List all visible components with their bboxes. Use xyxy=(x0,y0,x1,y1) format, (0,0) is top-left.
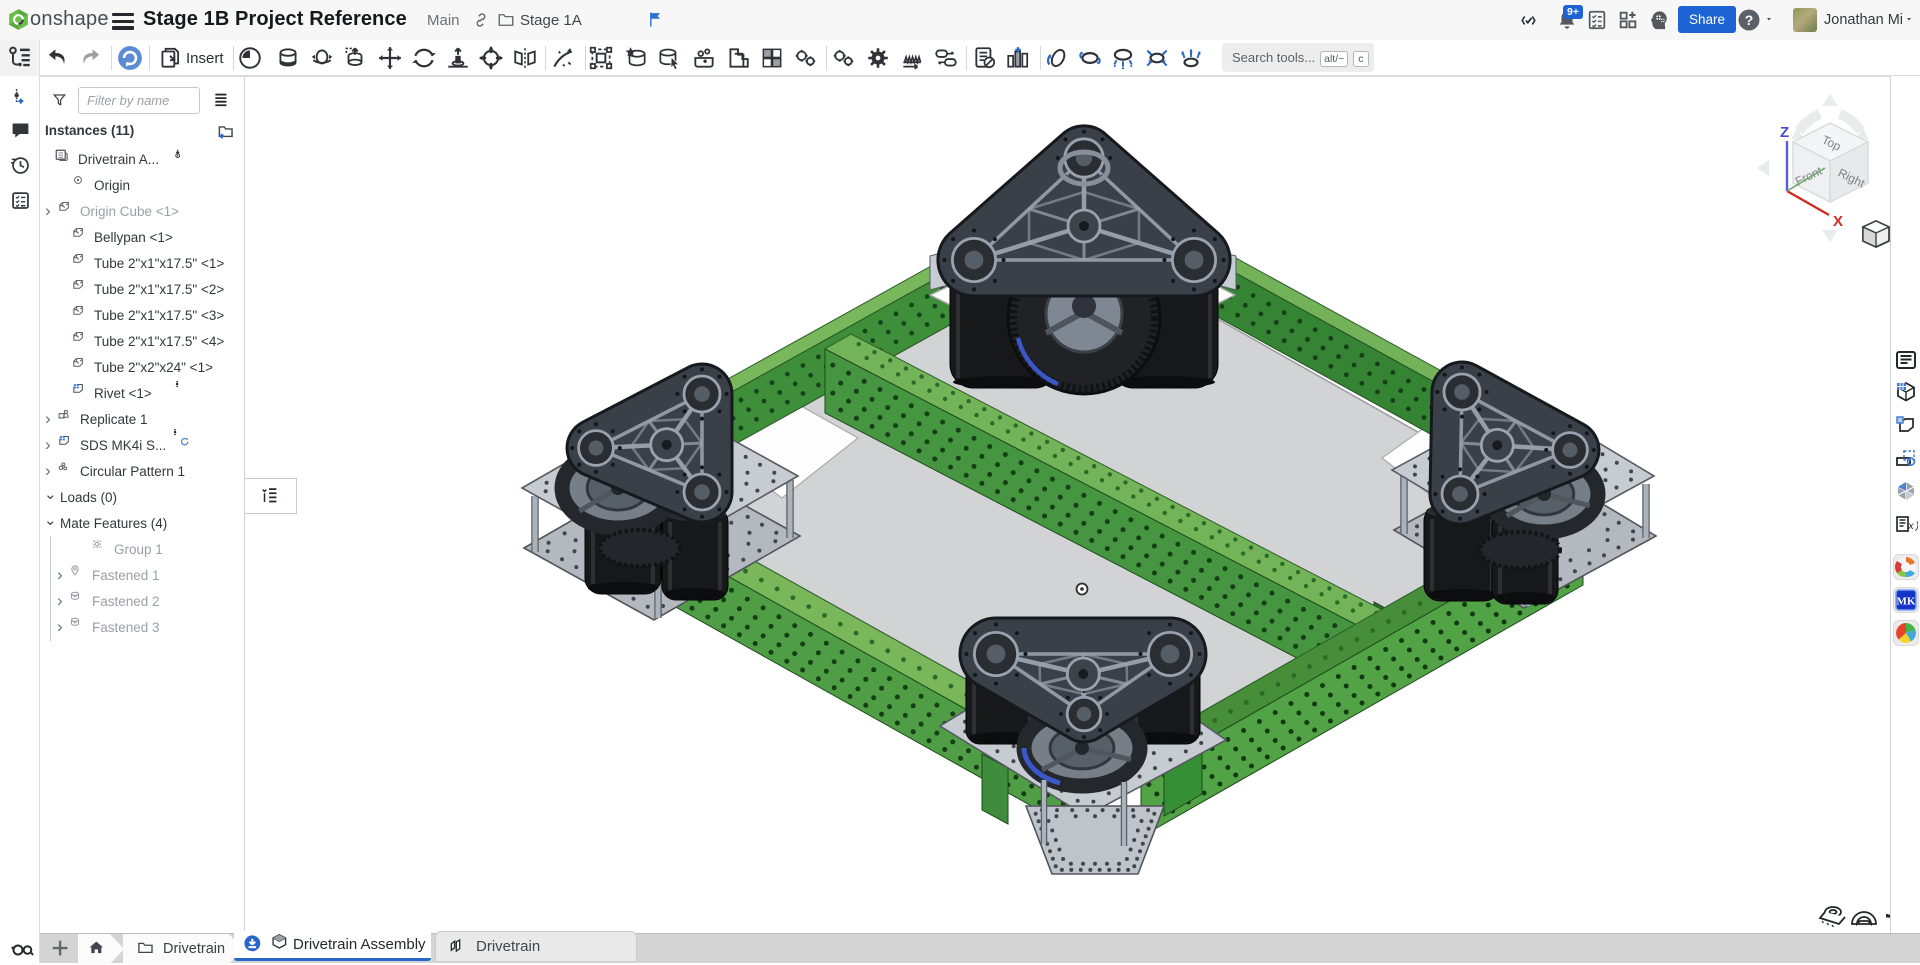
svg-text:X: X xyxy=(1833,213,1843,230)
svg-text:MK: MK xyxy=(1897,596,1916,608)
svg-text:x): x) xyxy=(1907,521,1918,533)
svg-text:Z: Z xyxy=(1780,124,1789,141)
svg-text:?: ? xyxy=(1745,12,1754,28)
